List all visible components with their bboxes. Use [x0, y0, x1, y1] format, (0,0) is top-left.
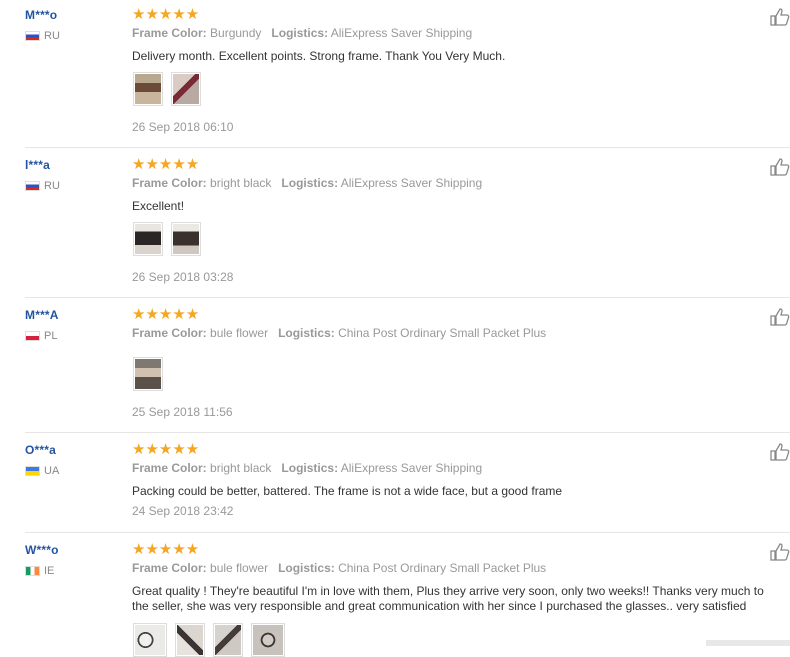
review-photo[interactable]: [133, 72, 163, 106]
review-text: Delivery month. Excellent points. Strong…: [132, 49, 506, 63]
star-rating: ★★★★★: [132, 6, 200, 23]
review-photo[interactable]: [171, 72, 201, 106]
thumbs-up-icon[interactable]: [770, 8, 790, 26]
logistics-value: China Post Ordinary Small Packet Plus: [338, 561, 547, 575]
star-rating: ★★★★★: [132, 156, 200, 173]
review-divider: [25, 147, 790, 148]
reviewer-name[interactable]: M***A: [25, 308, 59, 322]
thumbs-up-icon[interactable]: [770, 443, 790, 461]
logistics-label: Logistics:: [278, 561, 335, 575]
frame-color-label: Frame Color:: [132, 461, 207, 475]
frame-color-label: Frame Color:: [132, 176, 207, 190]
logistics-value: AliExpress Saver Shipping: [340, 461, 483, 475]
review-divider: [25, 297, 790, 298]
review-meta: Frame Color: bule flower Logistics: China…: [132, 326, 546, 340]
frame-color-value: Burgundy: [210, 26, 262, 40]
review-photos: [133, 357, 163, 391]
logistics-value: AliExpress Saver Shipping: [330, 26, 473, 40]
reviewer-name[interactable]: M***o: [25, 8, 57, 22]
review-photo[interactable]: [133, 623, 167, 657]
review-item: W***o IE ★★★★★ Frame Color: bule flower L…: [0, 541, 790, 657]
frame-color-label: Frame Color:: [132, 26, 207, 40]
review-text: Great quality ! They're beautiful I'm in…: [132, 584, 764, 613]
flag-icon: [25, 331, 40, 341]
review-text: Packing could be better, battered. The f…: [132, 484, 563, 498]
reviewer-name[interactable]: W***o: [25, 543, 59, 557]
reviewer-country: RU: [25, 30, 60, 42]
review-photos: [133, 222, 201, 256]
review-photo[interactable]: [175, 623, 205, 657]
thumbs-up-icon[interactable]: [770, 543, 790, 561]
review-meta: Frame Color: bright black Logistics: AliE…: [132, 176, 482, 190]
frame-color-label: Frame Color:: [132, 561, 207, 575]
country-code: RU: [44, 180, 60, 192]
reviewer-name[interactable]: l***a: [25, 158, 50, 172]
flag-icon: [25, 466, 40, 476]
flag-icon: [25, 566, 40, 576]
review-photo[interactable]: [171, 222, 201, 256]
flag-icon: [25, 181, 40, 191]
country-code: PL: [44, 330, 58, 342]
logistics-label: Logistics:: [281, 176, 339, 190]
thumbs-up-icon[interactable]: [770, 158, 790, 176]
logistics-label: Logistics:: [281, 461, 339, 475]
review-photos: [133, 623, 285, 657]
logistics-value: China Post Ordinary Small Packet Plus: [338, 326, 547, 340]
review-item: l***a RU ★★★★★ Frame Color: bright black…: [0, 156, 790, 298]
thumbs-up-icon[interactable]: [770, 308, 790, 326]
review-item: M***o RU ★★★★★ Frame Color: Burgundy Logi…: [0, 6, 790, 148]
star-rating: ★★★★★: [132, 441, 200, 458]
reviewer-country: UA: [25, 465, 59, 477]
frame-color-label: Frame Color:: [132, 326, 207, 340]
country-code: RU: [44, 30, 60, 42]
scrollbar[interactable]: [706, 640, 790, 646]
review-photos: [133, 72, 201, 106]
reviewer-country: PL: [25, 330, 57, 342]
reviewer-name[interactable]: O***a: [25, 443, 56, 457]
review-photo[interactable]: [213, 623, 243, 657]
country-code: IE: [44, 565, 55, 577]
reviewer-country: RU: [25, 180, 60, 192]
review-item: O***a UA ★★★★★ Frame Color: bright black…: [0, 441, 790, 533]
review-photo[interactable]: [251, 623, 285, 657]
frame-color-value: bright black: [210, 461, 272, 475]
frame-color-value: bright black: [210, 176, 272, 190]
review-divider: [25, 532, 790, 533]
review-text: Excellent!: [132, 199, 185, 213]
review-meta: Frame Color: Burgundy Logistics: AliExpre…: [132, 26, 472, 40]
review-date: 24 Sep 2018 23:42: [132, 504, 234, 518]
reviewer-country: IE: [25, 565, 54, 577]
logistics-value: AliExpress Saver Shipping: [340, 176, 483, 190]
review-date: 25 Sep 2018 11:56: [132, 405, 233, 419]
review-divider: [25, 432, 790, 433]
frame-color-value: bule flower: [210, 561, 269, 575]
star-rating: ★★★★★: [132, 306, 200, 323]
review-date: 26 Sep 2018 06:10: [132, 120, 234, 134]
review-date: 26 Sep 2018 03:28: [132, 270, 234, 284]
review-meta: Frame Color: bule flower Logistics: China…: [132, 561, 546, 575]
flag-icon: [25, 31, 40, 41]
frame-color-value: bule flower: [210, 326, 269, 340]
country-code: UA: [44, 465, 60, 477]
review-item: M***A PL ★★★★★ Frame Color: bule flower L…: [0, 306, 790, 433]
star-rating: ★★★★★: [132, 541, 200, 558]
review-photo[interactable]: [133, 357, 163, 391]
review-photo[interactable]: [133, 222, 163, 256]
logistics-label: Logistics:: [271, 26, 329, 40]
review-meta: Frame Color: bright black Logistics: AliE…: [132, 461, 482, 475]
logistics-label: Logistics:: [278, 326, 335, 340]
